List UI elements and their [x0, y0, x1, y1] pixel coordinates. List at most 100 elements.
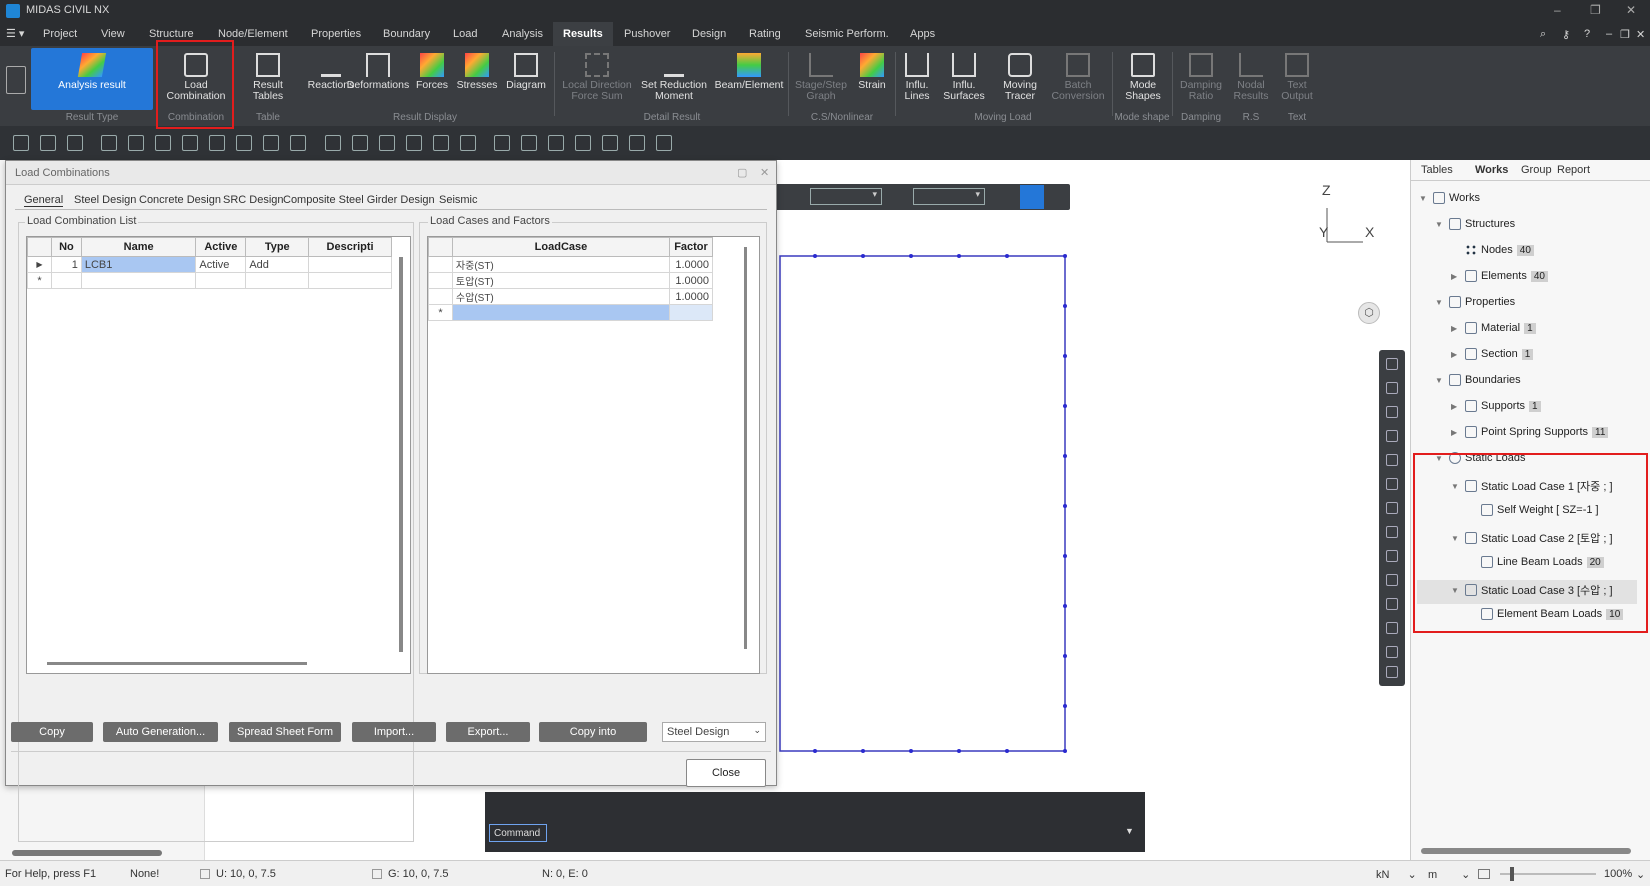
zoom-in-icon[interactable] [1386, 358, 1398, 370]
menu-node-element[interactable]: Node/Element [218, 28, 288, 40]
tab-general[interactable]: General [24, 194, 64, 207]
zoom-slider-track[interactable] [1500, 873, 1596, 875]
tab-group[interactable]: Group [1521, 164, 1552, 176]
col-loadcase[interactable]: LoadCase [451, 237, 671, 257]
cell-active[interactable]: Active [195, 256, 247, 273]
col-type[interactable]: Type [245, 237, 310, 257]
select-window-icon[interactable] [128, 135, 144, 151]
render-icon[interactable] [1386, 666, 1398, 678]
dialog-maximize-icon[interactable]: ▢ [737, 166, 747, 179]
hamburger-menu-icon[interactable]: ☰ ▾ [6, 27, 24, 40]
select-intersect-icon[interactable] [182, 135, 198, 151]
expand-icon[interactable]: ▶ [1451, 272, 1461, 281]
view-cube-icon[interactable]: ⬡ [1358, 302, 1380, 324]
collapse-icon[interactable]: ▼ [1435, 220, 1445, 229]
menu-load[interactable]: Load [453, 28, 477, 40]
menu-properties[interactable]: Properties [311, 28, 361, 40]
collapse-icon[interactable]: ▼ [1435, 376, 1445, 385]
menu-rating[interactable]: Rating [749, 28, 781, 40]
cell-no[interactable]: 1 [50, 256, 82, 273]
menu-seismic-perform[interactable]: Seismic Perform. [805, 28, 889, 40]
stresses-button[interactable]: Stresses [452, 48, 502, 112]
cell-factor[interactable]: 1.0000 [669, 288, 713, 305]
top-view-icon[interactable] [521, 135, 537, 151]
menu-apps[interactable]: Apps [910, 28, 935, 40]
key-icon[interactable]: ⚷ [1562, 28, 1570, 41]
save-icon[interactable] [67, 135, 83, 151]
col-description[interactable]: Descripti [308, 237, 392, 257]
tree-item-structures[interactable]: ▼ Structures [1435, 218, 1515, 230]
inverse-activate-icon[interactable] [433, 135, 449, 151]
tree-item-properties[interactable]: ▼ Properties [1435, 296, 1515, 308]
forces-button[interactable]: Forces [412, 48, 452, 112]
cell-loadcase[interactable]: 자중(ST) [451, 256, 671, 273]
influ-lines-button[interactable]: Influ. Lines [898, 48, 936, 112]
cell-factor[interactable]: 1.0000 [669, 272, 713, 289]
set-reduction-moment-button[interactable]: Set Reduction Moment [636, 48, 712, 112]
tab-works[interactable]: Works [1475, 164, 1508, 176]
col-name[interactable]: Name [80, 237, 197, 257]
damping-ratio-button[interactable]: Damping Ratio [1176, 48, 1226, 112]
zoom-window-icon[interactable] [1386, 430, 1398, 442]
menu-project[interactable]: Project [43, 28, 77, 40]
help-icon[interactable]: ? [1584, 28, 1590, 40]
table-row[interactable]: 수압(ST) 1.0000 [428, 288, 713, 305]
tab-steel-design[interactable]: Steel Design [74, 194, 136, 206]
rotate-icon[interactable] [1386, 526, 1398, 538]
combination-list-grid[interactable]: No Name Active Type Descripti ▶ 1 LCB1 A… [26, 236, 411, 674]
design-type-select[interactable]: Steel Design ⌄ [662, 722, 766, 742]
batch-conversion-button[interactable]: Batch Conversion [1048, 48, 1108, 112]
strain-button[interactable]: Strain [852, 48, 892, 112]
zoom-fit-icon[interactable] [1386, 406, 1398, 418]
dynamic-view-icon[interactable] [1386, 550, 1398, 562]
copy-button[interactable]: Copy [11, 722, 93, 742]
close-button[interactable]: Close [686, 759, 766, 787]
zoom-previous-icon[interactable] [1386, 454, 1398, 466]
tree-item-supports[interactable]: ▶ Supports 1 [1451, 400, 1541, 412]
tab-composite-steel-girder-design[interactable]: Composite Steel Girder Design [283, 194, 435, 206]
activate-icon[interactable] [325, 135, 341, 151]
unselect-icon[interactable] [290, 135, 306, 151]
activate-identity-icon[interactable] [406, 135, 422, 151]
list-vertical-scrollbar[interactable] [399, 257, 403, 652]
front-view-icon[interactable] [494, 135, 510, 151]
hidden-icon[interactable] [1386, 622, 1398, 634]
tab-concrete-design[interactable]: Concrete Design [139, 194, 221, 206]
chevron-down-icon[interactable]: ⌄ [1636, 868, 1645, 881]
cell-name[interactable]: LCB1 [80, 256, 197, 273]
force-unit-select[interactable]: kN ⌄ [1376, 868, 1417, 881]
tree-item-boundaries[interactable]: ▼ Boundaries [1435, 374, 1521, 386]
menu-design[interactable]: Design [692, 28, 726, 40]
ribbon-toggle-icon[interactable] [6, 66, 26, 94]
tab-tables[interactable]: Tables [1421, 164, 1453, 176]
mode-shapes-button[interactable]: Mode Shapes [1116, 48, 1170, 112]
display-select-dropdown[interactable]: ▾ [913, 188, 985, 205]
nodal-results-button[interactable]: Nodal Results [1228, 48, 1274, 112]
select-icon[interactable] [101, 135, 117, 151]
menu-analysis[interactable]: Analysis [502, 28, 543, 40]
menu-results[interactable]: Results [553, 22, 613, 46]
cell-loadcase[interactable]: 수압(ST) [451, 288, 671, 305]
tree-item-point-spring-supports[interactable]: ▶ Point Spring Supports 11 [1451, 426, 1609, 438]
pan-view-icon[interactable] [656, 135, 672, 151]
zoom-out-icon[interactable] [1386, 382, 1398, 394]
command-dropdown-icon[interactable]: ▼ [1125, 826, 1134, 836]
view-select-dropdown[interactable]: ▾ [810, 188, 882, 205]
select-polygon-icon[interactable] [155, 135, 171, 151]
tab-report[interactable]: Report [1557, 164, 1590, 176]
activate-all-icon[interactable] [379, 135, 395, 151]
import-button[interactable]: Import... [352, 722, 436, 742]
zoom-selection-icon[interactable] [1386, 478, 1398, 490]
tree-item-material[interactable]: ▶ Material 1 [1451, 322, 1536, 334]
previous-activate-icon[interactable] [460, 135, 476, 151]
select-volume-icon[interactable] [236, 135, 252, 151]
lock-view-icon[interactable] [1020, 185, 1044, 209]
export-button[interactable]: Export... [446, 722, 530, 742]
collapse-icon[interactable]: ▼ [1419, 194, 1429, 203]
col-factor[interactable]: Factor [669, 237, 713, 257]
table-row[interactable]: ▶ 1 LCB1 Active Add [27, 256, 392, 273]
spread-sheet-form-button[interactable]: Spread Sheet Form [229, 722, 341, 742]
factors-grid[interactable]: LoadCase Factor 자중(ST) 1.0000 토압(ST) 1.000… [427, 236, 760, 674]
diagram-button[interactable]: Diagram [502, 48, 550, 112]
shrink-icon[interactable] [1386, 646, 1398, 658]
